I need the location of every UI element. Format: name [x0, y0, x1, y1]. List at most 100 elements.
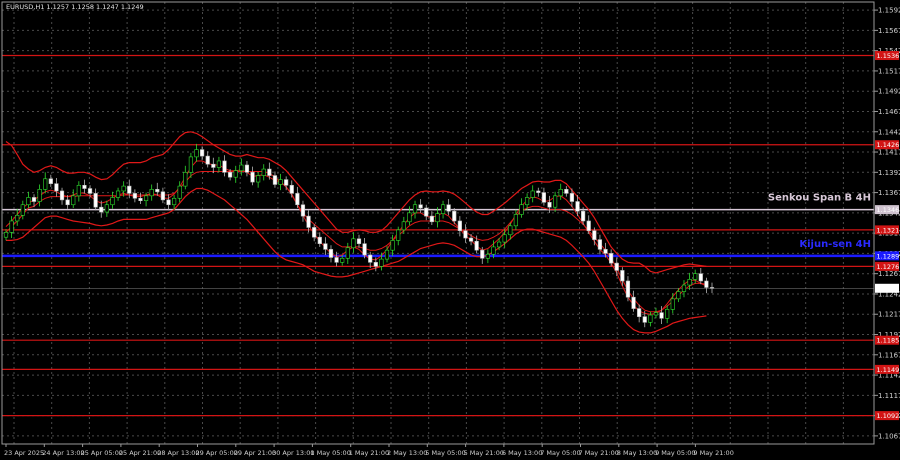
x-tick-label: 29 Apr 21:00	[234, 449, 276, 457]
candle-body	[463, 230, 468, 239]
candle-body	[485, 253, 490, 259]
chart-header: EURUSD,H1 1.1257 1.1258 1.1247 1.1249	[6, 3, 144, 11]
candle-body	[211, 163, 216, 168]
candle-body	[31, 197, 37, 202]
candle-body	[138, 197, 143, 201]
candle-body	[530, 190, 535, 198]
candle-body	[547, 202, 552, 208]
candle-body	[177, 185, 182, 199]
candle-body	[54, 183, 59, 192]
x-tick-label: 9 May 05:00	[655, 449, 695, 457]
candle-body	[76, 184, 81, 197]
candle-body	[289, 184, 294, 194]
candle-body	[525, 197, 530, 206]
candle-body	[496, 241, 502, 248]
candle-body	[609, 253, 614, 264]
candle-body	[121, 185, 126, 192]
x-tick-label: 2 May 13:00	[387, 449, 427, 457]
candle-body	[653, 312, 659, 316]
x-tick-label: 7 May 21:00	[579, 449, 619, 457]
x-tick-label: 7 May 05:00	[540, 449, 580, 457]
y-tick-label: 1.1567	[878, 27, 900, 35]
candle-body	[384, 249, 390, 260]
level-tag-label: 1.1185	[877, 337, 900, 345]
candle-body	[536, 190, 541, 193]
candle-body	[9, 220, 14, 233]
candle-body	[200, 149, 205, 157]
candle-body	[194, 149, 199, 158]
candle-body	[48, 178, 53, 184]
candle-body	[513, 214, 518, 227]
candle-body	[418, 204, 423, 209]
candle-body	[424, 207, 429, 217]
candle-body	[244, 164, 250, 173]
candle-body	[295, 193, 300, 206]
candle-body	[261, 168, 266, 176]
candle-body	[127, 185, 132, 194]
candle-body	[620, 270, 625, 282]
x-tick-label: 25 Apr 05:00	[81, 449, 123, 457]
candle-body	[631, 296, 636, 309]
x-tick-label: 28 Apr 13:00	[157, 449, 199, 457]
candle-body	[300, 204, 306, 217]
candle-body	[328, 249, 334, 258]
y-tick-label: 1.1367	[878, 189, 900, 197]
candle-body	[564, 189, 569, 194]
candle-body	[306, 215, 311, 228]
x-tick-label: 30 Apr 13:00	[272, 449, 314, 457]
x-tick-label: 25 Apr 21:00	[119, 449, 161, 457]
candle-body	[312, 227, 317, 238]
candle-body	[143, 195, 149, 201]
candle-body	[228, 172, 233, 178]
candle-body	[429, 215, 434, 223]
level-annotation: Senkou Span B 4H	[768, 193, 871, 204]
candle-body	[351, 238, 356, 249]
candle-body	[603, 249, 608, 254]
candle-body	[558, 189, 563, 197]
level-tag-label: 1.1092	[877, 412, 900, 420]
x-tick-label: 1 May 21:00	[349, 449, 389, 457]
y-tick-label: 1.1067	[878, 432, 900, 440]
level-tag-label: 1.1346	[877, 206, 900, 214]
candle-body	[188, 156, 193, 173]
candle-body	[82, 184, 87, 189]
candle-body	[553, 195, 558, 208]
candle-body	[115, 190, 121, 198]
candle-body	[401, 221, 406, 231]
candle-body	[334, 257, 339, 263]
y-tick-label: 1.1517	[878, 67, 900, 75]
candle-body	[569, 193, 575, 202]
current-price-label: 1.1249	[877, 285, 900, 293]
candle-body	[676, 291, 681, 300]
candle-body	[37, 189, 42, 202]
candle-body	[698, 273, 703, 282]
candle-body	[345, 247, 350, 259]
candle-body	[87, 188, 93, 194]
candle-body	[457, 220, 462, 232]
candle-body	[239, 164, 244, 171]
candle-body	[379, 258, 384, 267]
candle-body	[110, 197, 115, 206]
y-tick-label: 1.1592	[878, 7, 900, 15]
candle-body	[149, 189, 154, 197]
y-tick-label: 1.1117	[878, 392, 900, 400]
candle-body	[687, 279, 692, 286]
candle-body	[272, 175, 278, 185]
candle-body	[440, 204, 446, 214]
candle-body	[614, 262, 619, 271]
candle-body	[508, 225, 513, 236]
candle-body	[340, 257, 345, 263]
candle-body	[15, 214, 20, 222]
level-tag-label: 1.1536	[877, 52, 900, 60]
x-tick-label: 1 May 05:00	[310, 449, 350, 457]
candle-body	[183, 172, 188, 187]
y-tick-label: 1.1392	[878, 169, 900, 177]
x-tick-label: 8 May 13:00	[617, 449, 657, 457]
candle-body	[642, 316, 647, 323]
candle-body	[43, 178, 48, 190]
level-tag-label: 1.1149	[877, 366, 900, 374]
candle-body	[132, 193, 137, 199]
candle-body	[491, 246, 496, 255]
candle-body	[104, 204, 109, 213]
candle-body	[205, 155, 210, 165]
